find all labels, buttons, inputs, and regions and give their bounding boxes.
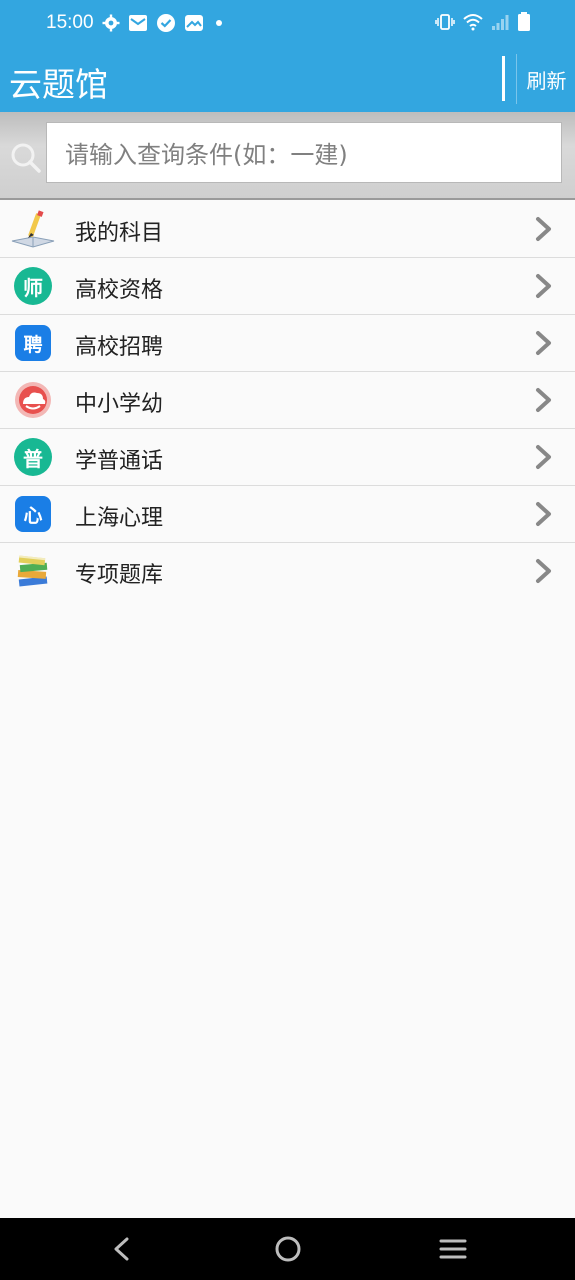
mandarin-icon: 普 <box>10 434 56 480</box>
chevron-right-icon <box>532 215 556 243</box>
check-circle-icon <box>156 13 176 37</box>
signal-icon <box>491 13 509 35</box>
search-icon <box>10 142 42 178</box>
list-item-college-recruitment[interactable]: 聘 高校招聘 <box>0 315 575 372</box>
category-list: 我的科目 师 高校资格 聘 高校招聘 中小学幼 普 学普通话 心 上海心理 专项… <box>0 201 575 600</box>
chevron-right-icon <box>532 272 556 300</box>
pencil-book-icon <box>10 206 56 252</box>
list-item-college-qualification[interactable]: 师 高校资格 <box>0 258 575 315</box>
search-bar: 请输入查询条件(如：一建) <box>0 112 575 200</box>
list-item-my-subjects[interactable]: 我的科目 <box>0 201 575 258</box>
list-item-special-question-bank[interactable]: 专项题库 <box>0 543 575 600</box>
books-icon <box>10 548 56 594</box>
app-bar-divider <box>502 56 505 101</box>
chevron-right-icon <box>532 500 556 528</box>
vibrate-icon <box>435 13 455 35</box>
list-item-label: 上海心理 <box>75 506 164 531</box>
recruit-icon: 聘 <box>10 320 56 366</box>
list-item-k12[interactable]: 中小学幼 <box>0 372 575 429</box>
cloud-icon <box>10 377 56 423</box>
gear-icon <box>102 14 120 36</box>
list-item-label: 我的科目 <box>75 221 164 246</box>
chevron-right-icon <box>532 386 556 414</box>
refresh-button[interactable]: 刷新 <box>516 54 572 104</box>
notification-icons <box>102 13 226 37</box>
photo-icon <box>184 14 204 36</box>
mail-icon <box>128 14 148 36</box>
dot-icon <box>212 14 226 36</box>
list-item-label: 高校资格 <box>75 278 164 303</box>
list-item-label: 学普通话 <box>75 449 164 474</box>
app-title: 云题馆 <box>9 65 108 104</box>
chevron-right-icon <box>532 557 556 585</box>
navigation-bar <box>0 1218 575 1280</box>
battery-icon <box>517 12 531 36</box>
app-bar: 云题馆 刷新 <box>0 48 575 112</box>
psychology-icon: 心 <box>10 491 56 537</box>
back-icon[interactable] <box>110 1235 134 1267</box>
list-item-label: 高校招聘 <box>75 335 164 360</box>
status-time: 15:00 <box>46 12 94 33</box>
teacher-icon: 师 <box>10 263 56 309</box>
search-input[interactable]: 请输入查询条件(如：一建) <box>46 122 562 183</box>
phone-screen: 15:00 云题馆 刷新 请输入查询条件(如：一建) 我的科目 师 高校资格 聘… <box>0 0 575 1280</box>
status-bar: 15:00 <box>0 0 575 48</box>
chevron-right-icon <box>532 443 556 471</box>
menu-icon[interactable] <box>438 1236 468 1266</box>
list-item-shanghai-psychology[interactable]: 心 上海心理 <box>0 486 575 543</box>
system-icons <box>435 12 531 36</box>
list-item-mandarin[interactable]: 普 学普通话 <box>0 429 575 486</box>
list-item-label: 专项题库 <box>75 563 164 588</box>
chevron-right-icon <box>532 329 556 357</box>
home-icon[interactable] <box>273 1235 303 1269</box>
wifi-icon <box>463 13 483 35</box>
list-item-label: 中小学幼 <box>75 392 164 417</box>
